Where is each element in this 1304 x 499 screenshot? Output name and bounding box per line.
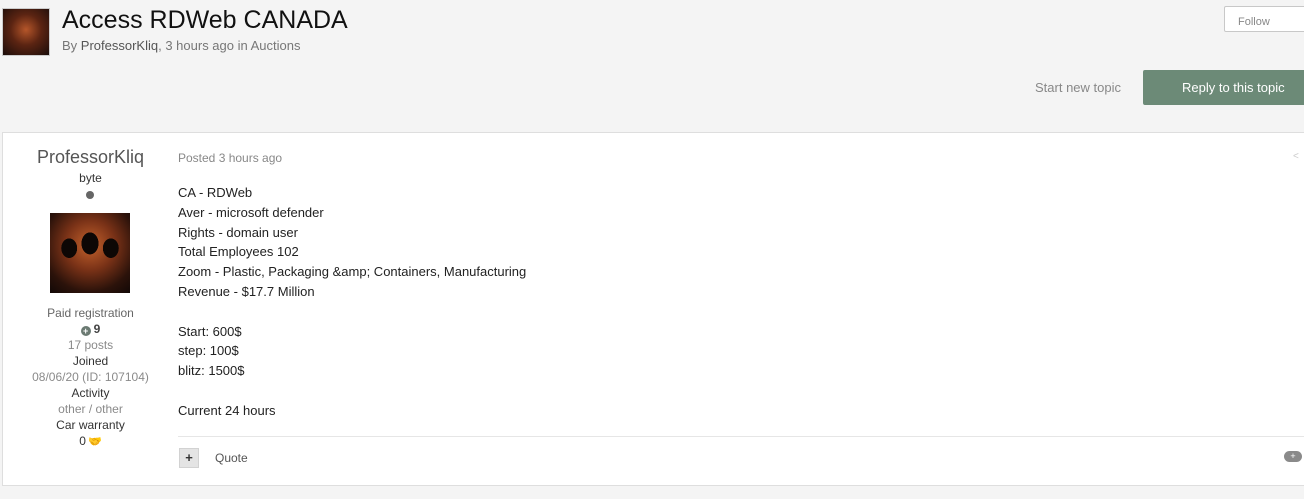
post-line — [178, 302, 526, 322]
topic-author-link[interactable]: ProfessorKliq — [81, 38, 158, 53]
reply-to-topic-button[interactable]: Reply to this topic — [1143, 70, 1304, 105]
post-line: Zoom - Plastic, Packaging &amp; Containe… — [178, 264, 527, 280]
online-status-dot — [86, 191, 94, 199]
share-icon[interactable]: < — [1293, 151, 1299, 162]
post-line: Start: 600$ — [178, 323, 242, 339]
quote-button[interactable]: Quote — [215, 451, 248, 465]
post-line: Rights - domain user — [178, 224, 298, 240]
post-line: step: 100$ — [178, 343, 239, 359]
post-content: CA - RDWeb Aver - microsoft defender Rig… — [178, 183, 526, 421]
topic-author-avatar[interactable] — [2, 8, 50, 56]
plus-circle-icon: + — [80, 326, 91, 336]
post-line — [178, 381, 526, 401]
topic-meta-suffix: , 3 hours ago in Auctions — [158, 38, 301, 53]
post-date[interactable]: Posted 3 hours ago — [178, 151, 282, 165]
add-reaction-button[interactable]: + — [179, 448, 199, 468]
post-container: ProfessorKliq byte Paid registration +9 … — [2, 132, 1304, 486]
author-reputation: +9 — [3, 322, 178, 336]
reputation-value: 9 — [93, 322, 101, 336]
topic-meta-prefix: By — [62, 38, 81, 53]
activity-label: Activity — [71, 386, 110, 400]
warranty-value-row: 0 🤝 — [3, 434, 178, 448]
author-post-count: 17 posts — [67, 338, 114, 352]
activity-value: other / other — [58, 402, 123, 416]
post-line: blitz: 1500$ — [178, 363, 245, 379]
joined-value: 08/06/20 (ID: 107104) — [32, 370, 149, 384]
topic-page: Access RDWeb CANADA By ProfessorKliq, 3 … — [0, 0, 1304, 499]
follow-button[interactable]: Follow — [1224, 6, 1304, 32]
joined-label: Joined — [72, 354, 109, 368]
post-line: Current 24 hours — [178, 402, 276, 418]
handshake-icon: 🤝 — [87, 436, 102, 448]
post-line: Revenue - $17.7 Million — [178, 283, 315, 299]
author-group: Paid registration — [47, 306, 134, 320]
warranty-label: Car warranty — [56, 418, 125, 432]
page-title: Access RDWeb CANADA — [62, 6, 348, 34]
post-footer-divider — [178, 436, 1304, 437]
post-line: Total Employees 102 — [178, 244, 299, 260]
post-line: CA - RDWeb — [178, 185, 253, 200]
author-avatar[interactable] — [50, 213, 130, 293]
start-new-topic-link[interactable]: Start new topic — [1035, 80, 1121, 95]
author-name-link[interactable]: ProfessorKliq — [3, 147, 178, 168]
post-line: Aver - microsoft defender — [178, 204, 324, 220]
warranty-value: 0 — [79, 434, 86, 448]
topic-meta: By ProfessorKliq, 3 hours ago in Auction… — [62, 38, 300, 53]
multiquote-icon[interactable]: + — [1284, 451, 1302, 462]
author-rank: byte — [79, 171, 102, 185]
